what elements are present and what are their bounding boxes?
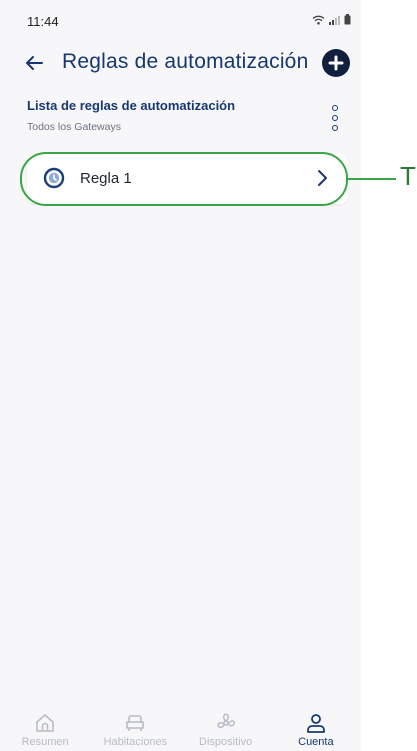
status-bar: 11:44 (0, 0, 361, 34)
plus-circle-icon (328, 55, 344, 71)
nav-item-dispositivo[interactable]: Dispositivo (181, 708, 271, 751)
nav-item-cuenta[interactable]: Cuenta (271, 708, 361, 751)
wifi-icon (312, 15, 325, 25)
annotation-line (346, 178, 396, 180)
more-vertical-icon (332, 105, 338, 111)
app-screen: 11:44 Reglas de automatización Lista de … (0, 0, 361, 751)
page-title: Reglas de automatización (62, 50, 309, 73)
app-header: Reglas de automatización (0, 38, 361, 88)
section-subtitle: Todos los Gateways (27, 121, 121, 133)
clock-icon (43, 167, 65, 189)
nav-item-resumen[interactable]: Resumen (0, 708, 90, 751)
fan-icon (216, 713, 235, 729)
signal-icon (329, 15, 340, 25)
rule-list-item[interactable]: Regla 1 (27, 154, 348, 204)
phone-frame: 11:44 Reglas de automatización Lista de … (0, 0, 417, 751)
chevron-right-icon (318, 170, 327, 186)
more-dot (332, 115, 338, 121)
battery-icon (344, 14, 351, 25)
nav-label: Habitaciones (103, 736, 168, 748)
annotation-text: T (400, 161, 416, 191)
arrow-left-icon (26, 56, 43, 70)
home-icon (36, 714, 54, 732)
user-icon (306, 714, 325, 733)
add-rule-button[interactable] (322, 49, 350, 77)
rule-label: Regla 1 (80, 170, 132, 187)
more-dot (332, 125, 338, 131)
section-title: Lista de reglas de automatización (27, 98, 236, 113)
nav-label: Cuenta (298, 736, 334, 748)
nav-item-habitaciones[interactable]: Habitaciones (90, 708, 180, 751)
sofa-icon (126, 715, 145, 731)
status-time: 11:44 (27, 14, 59, 29)
nav-label: Resumen (21, 736, 69, 748)
more-options-button[interactable] (326, 105, 344, 131)
status-icons (312, 14, 351, 25)
nav-label: Dispositivo (199, 736, 253, 748)
bottom-navigation: Resumen Habitaciones Dispositivo Cuenta (0, 708, 361, 751)
back-button[interactable] (20, 49, 48, 77)
